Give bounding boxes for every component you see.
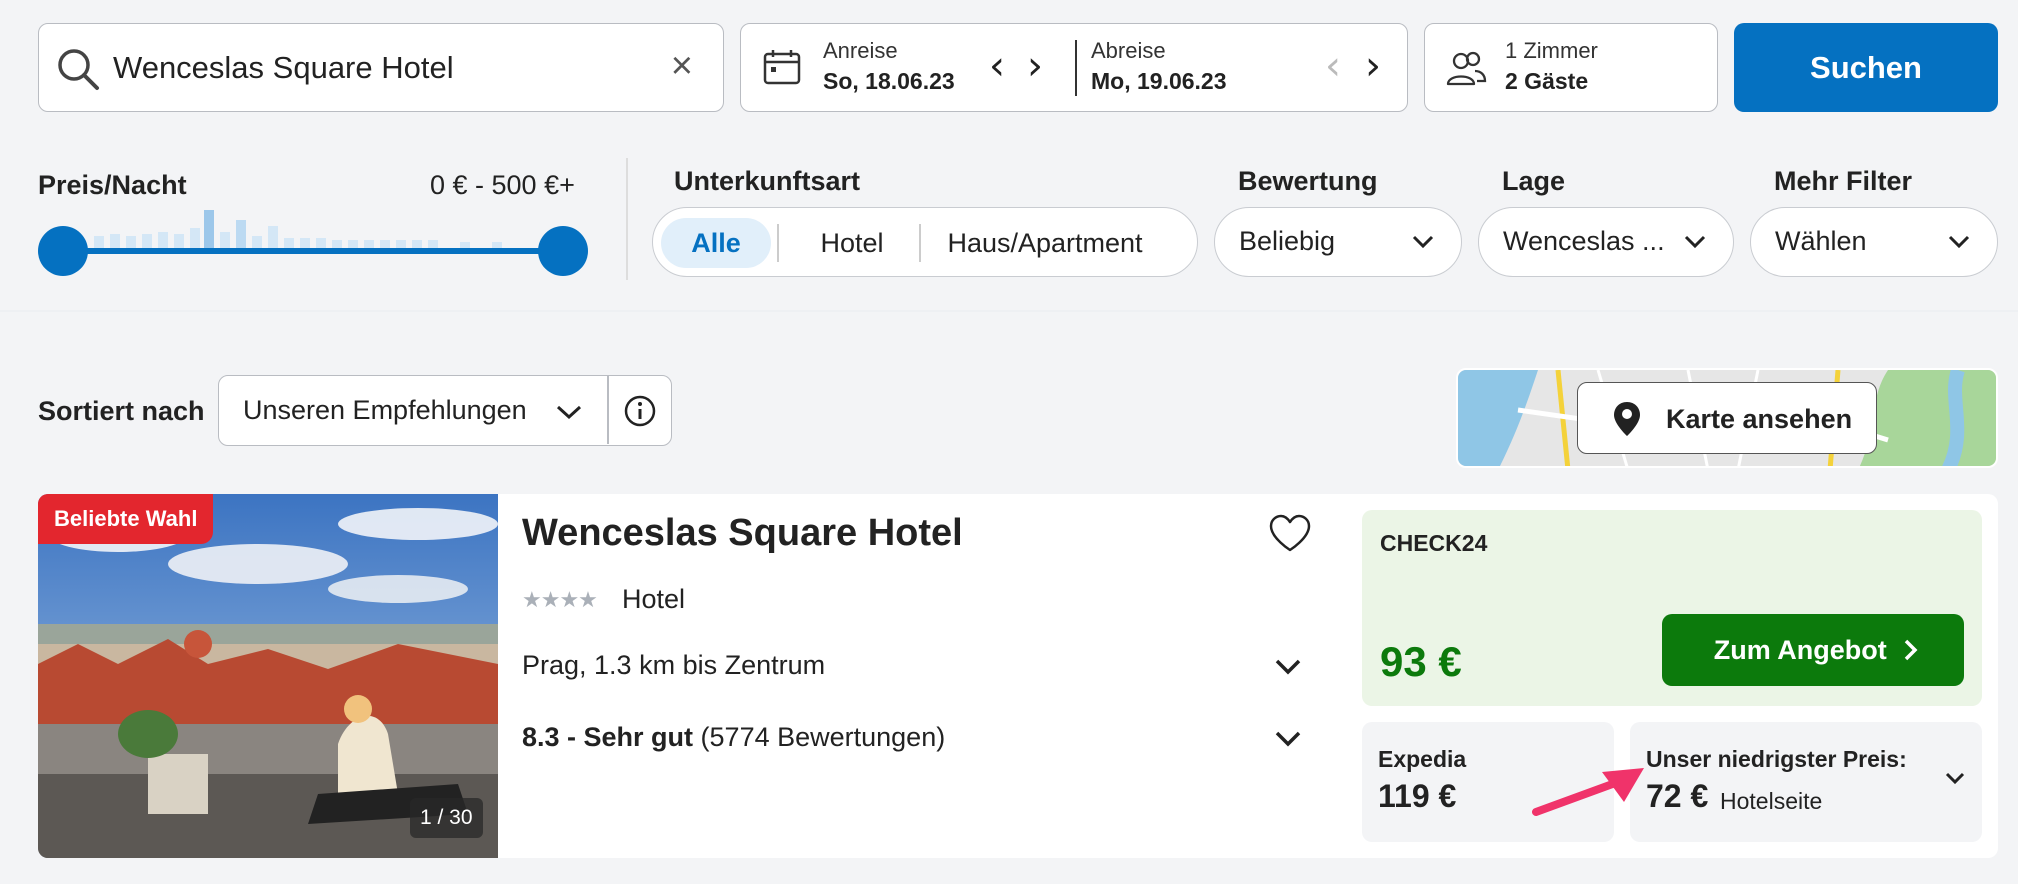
date-divider	[1075, 40, 1077, 96]
view-offer-label: Zum Angebot	[1713, 635, 1887, 665]
rating-dropdown[interactable]: Beliebig	[1214, 207, 1462, 277]
sort-label: Sortiert nach	[38, 396, 205, 426]
view-map-label: Karte ansehen	[1666, 404, 1853, 434]
rating-dropdown-value: Beliebig	[1239, 226, 1336, 256]
more-filter-label: Mehr Filter	[1774, 166, 1913, 196]
users-icon	[1446, 51, 1487, 86]
hotel-result-card[interactable]: Beliebte Wahl 1 / 30 Wenceslas Square Ho…	[38, 494, 1998, 858]
chevron-down-icon	[1948, 235, 1970, 249]
sort-dropdown[interactable]: Unseren Empfehlungen	[218, 375, 672, 446]
location-filter-label: Lage	[1502, 166, 1566, 196]
type-option-hotel[interactable]: Hotel	[781, 218, 923, 268]
checkin-value[interactable]: So, 18.06.23	[823, 68, 955, 95]
lowest-price-value: 72 €	[1646, 778, 1709, 814]
rating-score: 8.3 - Sehr gut	[522, 722, 694, 752]
guests-picker[interactable]: 1 Zimmer 2 Gäste	[1424, 23, 1718, 112]
chevron-right-icon	[1904, 639, 1918, 661]
star-rating: ★★★★	[522, 588, 598, 613]
search-button[interactable]: Suchen	[1734, 23, 1998, 112]
date-picker[interactable]: Anreise So, 18.06.23 ‹ › Abreise Mo, 19.…	[740, 23, 1408, 112]
offer-price: 93 €	[1380, 638, 1462, 685]
slider-min-handle[interactable]	[38, 226, 88, 276]
chevron-down-icon	[1684, 235, 1706, 249]
filter-divider	[626, 158, 628, 280]
type-option-all[interactable]: Alle	[661, 218, 771, 268]
lowest-price-offer[interactable]: Unser niedrigster Preis: 72 € Hotelseite	[1630, 722, 1982, 842]
chevron-down-icon[interactable]	[1274, 656, 1302, 678]
alt-offer-provider: Expedia	[1378, 746, 1467, 772]
view-offer-button[interactable]: Zum Angebot	[1662, 614, 1964, 686]
annotation-arrow-icon	[1532, 768, 1644, 816]
favorite-heart-icon[interactable]	[1268, 514, 1312, 554]
chevron-down-icon	[1945, 772, 1965, 785]
search-icon	[58, 49, 99, 90]
lowest-price-label: Unser niedrigster Preis:	[1646, 746, 1907, 772]
popular-badge: Beliebte Wahl	[38, 494, 214, 544]
accommodation-type: Hotel	[622, 584, 686, 614]
chevron-down-icon[interactable]	[1274, 728, 1302, 750]
guests-value: 2 Gäste	[1505, 68, 1589, 94]
price-range-value: 0 € - 500 €+	[430, 170, 575, 200]
type-filter-label: Unterkunftsart	[674, 166, 861, 196]
location-dropdown[interactable]: Wenceslas ...	[1478, 207, 1734, 277]
hotel-location: Prag, 1.3 km bis Zentrum	[522, 650, 826, 680]
alt-offer-price: 119 €	[1378, 778, 1457, 814]
hotel-name[interactable]: Wenceslas Square Hotel	[522, 512, 963, 555]
checkout-value[interactable]: Mo, 19.06.23	[1091, 68, 1227, 95]
price-filter-label: Preis/Nacht	[38, 170, 187, 200]
slider-track	[60, 248, 570, 254]
type-option-apartment[interactable]: Haus/Apartment	[925, 218, 1165, 268]
clear-icon[interactable]: ×	[671, 46, 693, 86]
rating-filter-label: Bewertung	[1238, 166, 1378, 196]
rooms-label: 1 Zimmer	[1505, 38, 1598, 63]
more-filter-value: Wählen	[1775, 226, 1867, 256]
photo-counter: 1 / 30	[410, 798, 483, 838]
lowest-price-source: Hotelseite	[1720, 788, 1823, 814]
more-filter-dropdown[interactable]: Wählen	[1750, 207, 1998, 277]
offer-provider: CHECK24	[1380, 530, 1488, 556]
rating-count: (5774 Bewertungen)	[700, 722, 946, 752]
slider-max-handle[interactable]	[538, 226, 588, 276]
main-offer: CHECK24 93 € Zum Angebot	[1362, 510, 1982, 706]
location-dropdown-value: Wenceslas ...	[1503, 226, 1665, 256]
chevron-down-icon	[1412, 235, 1434, 249]
calendar-icon	[763, 50, 801, 85]
hotel-photo[interactable]: Beliebte Wahl 1 / 30	[38, 494, 498, 858]
view-map-button[interactable]: Karte ansehen	[1577, 382, 1877, 454]
price-slider[interactable]	[38, 200, 588, 280]
guest-rating: 8.3 - Sehr gut (5774 Bewertungen)	[522, 722, 945, 753]
checkin-prev-icon[interactable]: ‹	[989, 46, 1005, 86]
checkout-label: Abreise	[1091, 38, 1166, 63]
chevron-down-icon	[556, 405, 582, 420]
section-divider	[0, 310, 2018, 312]
checkout-prev-icon[interactable]: ‹	[1325, 46, 1341, 86]
checkout-next-icon[interactable]: ›	[1365, 46, 1381, 86]
checkin-label: Anreise	[823, 38, 898, 63]
map-pin-icon	[1614, 402, 1640, 436]
type-segmented-control[interactable]: Alle Hotel Haus/Apartment	[652, 207, 1198, 277]
sort-value: Unseren Empfehlungen	[243, 395, 527, 425]
checkin-next-icon[interactable]: ›	[1027, 46, 1043, 86]
search-input[interactable]: Wenceslas Square Hotel	[113, 50, 454, 86]
search-field[interactable]: Wenceslas Square Hotel ×	[38, 23, 724, 112]
info-icon[interactable]	[623, 394, 657, 428]
